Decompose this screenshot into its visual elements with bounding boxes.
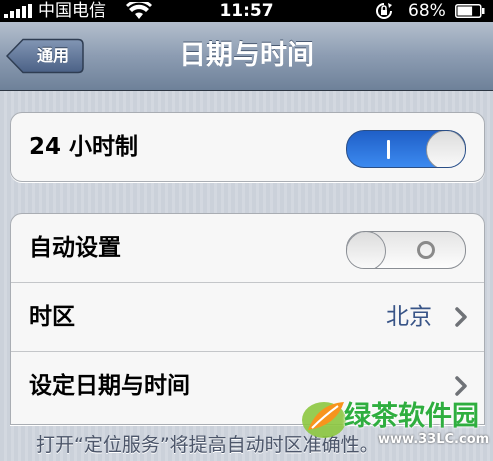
- back-button-label: 通用: [36, 46, 69, 65]
- row-label-24-hour: 24 小时制: [29, 134, 139, 160]
- watermark: 绿茶软件园 www.33LC.com: [298, 392, 493, 461]
- row-label-time-zone: 时区: [29, 304, 75, 330]
- toggle-auto-set[interactable]: [346, 231, 466, 269]
- row-time-zone[interactable]: 时区 北京: [11, 282, 484, 351]
- watermark-url: www.33LC.com: [378, 432, 490, 447]
- watermark-name: 绿茶软件园: [344, 401, 479, 432]
- rotation-lock-icon: [376, 3, 392, 19]
- battery-percent: 68%: [408, 1, 446, 21]
- time-zone-value: 北京: [386, 304, 432, 330]
- toggle-on-mark-icon: [387, 140, 390, 159]
- toggle-knob: [347, 232, 386, 268]
- status-bar: 中国电信 11:57 68%: [0, 0, 493, 22]
- page-title: 日期与时间: [179, 40, 314, 71]
- row-auto-set: 自动设置: [11, 214, 484, 282]
- row-label-set-date-time: 设定日期与时间: [29, 373, 190, 399]
- row-24-hour-time: 24 小时制: [11, 113, 484, 181]
- toggle-knob: [426, 131, 465, 167]
- row-label-auto-set: 自动设置: [29, 235, 121, 261]
- toggle-off-mark-icon: [417, 241, 435, 259]
- toggle-24-hour[interactable]: [346, 130, 466, 168]
- navigation-bar: 通用 日期与时间: [0, 22, 493, 91]
- settings-group-24hour: 24 小时制: [10, 112, 485, 182]
- leaf-logo-icon: [302, 402, 346, 438]
- chevron-right-icon: [455, 307, 467, 327]
- back-button[interactable]: 通用: [6, 38, 84, 74]
- battery-icon: [455, 4, 485, 18]
